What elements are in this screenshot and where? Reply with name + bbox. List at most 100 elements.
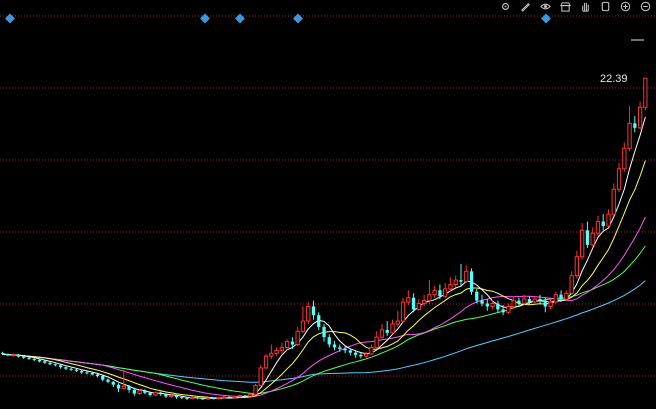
candle bbox=[633, 116, 637, 133]
candle-body bbox=[490, 303, 495, 307]
candle-body bbox=[159, 392, 163, 395]
candle-body bbox=[580, 229, 585, 258]
candle-body bbox=[627, 122, 632, 149]
zoom-out-icon[interactable] bbox=[637, 0, 654, 13]
event-marker-icon bbox=[200, 13, 210, 24]
candle bbox=[343, 346, 347, 354]
candle bbox=[116, 383, 121, 393]
candle-body bbox=[369, 346, 374, 355]
candle bbox=[379, 324, 385, 339]
candle bbox=[485, 299, 489, 311]
candle-body bbox=[274, 349, 279, 354]
candle-body bbox=[390, 323, 395, 334]
ma30-line bbox=[2, 245, 646, 395]
candle bbox=[48, 362, 52, 366]
candle-body bbox=[101, 376, 105, 380]
event-marker-icon bbox=[235, 13, 245, 24]
candle bbox=[253, 384, 258, 395]
candle-body bbox=[169, 395, 174, 397]
candle-body bbox=[548, 301, 553, 308]
candle-body bbox=[406, 297, 411, 303]
event-marker-icon bbox=[5, 13, 15, 24]
candle bbox=[85, 371, 89, 375]
candle-body bbox=[601, 221, 605, 226]
candle-body bbox=[132, 389, 136, 394]
pen-icon[interactable] bbox=[517, 0, 534, 13]
candle-body bbox=[43, 361, 47, 363]
candle bbox=[385, 321, 389, 336]
candle bbox=[643, 77, 648, 111]
candle-body bbox=[496, 303, 500, 310]
candle bbox=[616, 163, 622, 193]
settings-icon[interactable] bbox=[497, 0, 514, 13]
candle-body bbox=[64, 367, 68, 369]
stop-icon[interactable] bbox=[597, 0, 614, 13]
candle-body bbox=[432, 289, 437, 296]
candle-body bbox=[201, 398, 205, 400]
candle-body bbox=[327, 337, 331, 345]
candle-body bbox=[306, 305, 311, 322]
candle-body bbox=[422, 300, 427, 305]
candle-body bbox=[527, 299, 532, 302]
candle bbox=[443, 283, 448, 298]
candle bbox=[153, 391, 158, 396]
candle bbox=[459, 264, 463, 286]
candlestick-chart[interactable]: 22.39 bbox=[0, 0, 656, 409]
candle bbox=[327, 334, 331, 348]
candle bbox=[279, 343, 285, 354]
candle-body bbox=[16, 354, 21, 357]
candle-body bbox=[6, 354, 10, 356]
shop-icon[interactable] bbox=[557, 0, 574, 13]
candle bbox=[216, 396, 221, 400]
hand-icon[interactable] bbox=[577, 0, 594, 13]
candle-body bbox=[116, 384, 121, 389]
candle bbox=[400, 297, 406, 323]
candle bbox=[416, 299, 422, 311]
candle-body bbox=[195, 397, 200, 399]
candle-body bbox=[206, 397, 211, 400]
event-marker-icon bbox=[293, 13, 303, 24]
candle-body bbox=[237, 395, 242, 397]
candle-body bbox=[1, 353, 5, 354]
candle bbox=[232, 395, 237, 398]
candle bbox=[553, 291, 559, 304]
ma10-line bbox=[2, 160, 646, 399]
candle bbox=[43, 360, 47, 364]
candle-body bbox=[464, 270, 469, 282]
candle-body bbox=[438, 290, 442, 297]
candle-body bbox=[332, 344, 337, 348]
zoom-in-icon[interactable] bbox=[617, 0, 634, 13]
candle-body bbox=[27, 357, 31, 359]
candle-body bbox=[269, 352, 274, 357]
candle-body bbox=[574, 256, 580, 277]
candle-body bbox=[74, 369, 79, 371]
candle-body bbox=[111, 381, 115, 385]
candle bbox=[106, 378, 110, 384]
candle-body bbox=[174, 395, 179, 398]
candle bbox=[538, 294, 542, 304]
candles bbox=[1, 77, 648, 400]
eye-icon[interactable] bbox=[537, 0, 554, 13]
candle-body bbox=[127, 386, 131, 390]
gridlines bbox=[0, 15, 656, 377]
candle bbox=[258, 365, 263, 387]
candle-body bbox=[501, 309, 505, 313]
candle-body bbox=[638, 106, 643, 129]
candle-body bbox=[143, 390, 147, 393]
candle-body bbox=[258, 367, 263, 386]
candle bbox=[569, 271, 574, 295]
candle bbox=[469, 268, 474, 295]
candle bbox=[448, 277, 453, 292]
candle bbox=[195, 396, 200, 400]
candle-body bbox=[153, 392, 158, 396]
candle-body bbox=[290, 341, 295, 345]
candle bbox=[101, 375, 105, 382]
candle bbox=[274, 347, 279, 357]
candle bbox=[395, 310, 400, 327]
candle-body bbox=[374, 336, 379, 348]
candle-body bbox=[364, 353, 369, 357]
candle-body bbox=[448, 284, 453, 290]
candle-body bbox=[248, 393, 253, 397]
candle bbox=[111, 381, 115, 387]
candle-body bbox=[279, 346, 285, 351]
